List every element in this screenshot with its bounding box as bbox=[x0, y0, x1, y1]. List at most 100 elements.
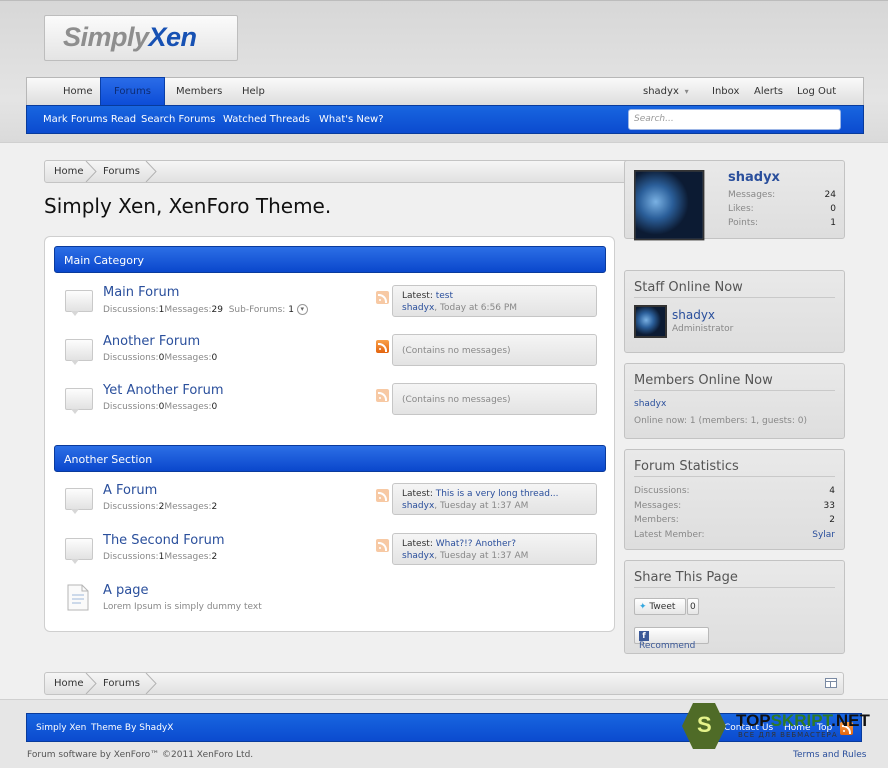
forum-title[interactable]: A Forum bbox=[103, 483, 157, 498]
stat-row: Members: 2 bbox=[634, 515, 835, 525]
visitor-panel: shadyx Messages: 24 Likes: 0 Points: 1 bbox=[624, 160, 845, 241]
category-header-another[interactable]: Another Section bbox=[54, 445, 606, 472]
rss-icon[interactable] bbox=[376, 291, 389, 304]
footer-theme-credit[interactable]: Theme By ShadyX bbox=[91, 723, 173, 733]
breadcrumb-separator-icon bbox=[145, 161, 157, 182]
logout-link[interactable]: Log Out bbox=[797, 86, 836, 97]
members-online-panel: Members Online Now shadyx Online now: 1 … bbox=[624, 363, 845, 439]
logo-text-part1: Simply bbox=[63, 22, 149, 52]
page-title: Simply Xen, XenForo Theme. bbox=[44, 194, 332, 218]
breadcrumb-separator-icon bbox=[145, 673, 157, 694]
staff-username[interactable]: shadyx bbox=[672, 308, 715, 322]
account-menu[interactable]: shadyx ▾ bbox=[643, 86, 689, 97]
last-post-user[interactable]: shadyx bbox=[402, 501, 434, 511]
page-row: A page Lorem Ipsum is simply dummy text bbox=[45, 583, 616, 627]
forum-stats: Discussions:1Messages:2 bbox=[103, 552, 218, 562]
rss-icon[interactable] bbox=[376, 340, 389, 353]
last-post-title[interactable]: test bbox=[436, 291, 453, 301]
latest-member-link[interactable]: Sylar bbox=[812, 528, 835, 542]
forum-title[interactable]: Another Forum bbox=[103, 334, 200, 349]
breadcrumb-bottom: Home Forums bbox=[44, 672, 844, 695]
tab-help[interactable]: Help bbox=[242, 86, 265, 97]
breadcrumb-home[interactable]: Home bbox=[54, 673, 84, 694]
forum-title[interactable]: Main Forum bbox=[103, 285, 179, 300]
last-post-box: Latest: test shadyx, Today at 6:56 PM bbox=[392, 285, 597, 317]
last-post-time: Tuesday at 1:37 AM bbox=[440, 501, 529, 511]
last-post-box: (Contains no messages) bbox=[392, 383, 597, 415]
profile-username[interactable]: shadyx bbox=[728, 170, 780, 185]
forum-title[interactable]: The Second Forum bbox=[103, 533, 225, 548]
account-username: shadyx bbox=[643, 86, 679, 97]
footer-style-link[interactable]: Simply Xen bbox=[36, 723, 86, 733]
search-input[interactable]: Search... bbox=[628, 109, 841, 130]
last-post-time: Tuesday at 1:37 AM bbox=[440, 551, 529, 561]
staff-role: Administrator bbox=[672, 324, 734, 334]
avatar[interactable] bbox=[634, 305, 667, 338]
main-navigation: Home Forums Members Help shadyx ▾ Inbox … bbox=[26, 77, 864, 106]
rss-icon[interactable] bbox=[376, 389, 389, 402]
facebook-recommend-button[interactable]: f Recommend bbox=[634, 627, 709, 651]
forum-read-icon bbox=[65, 488, 93, 514]
last-post-box: (Contains no messages) bbox=[392, 334, 597, 366]
page-description: Lorem Ipsum is simply dummy text bbox=[103, 602, 262, 612]
terms-link[interactable]: Terms and Rules bbox=[793, 750, 866, 760]
whats-new-link[interactable]: What's New? bbox=[319, 114, 384, 125]
profile-stat-row: Likes: 0 bbox=[728, 204, 836, 214]
jump-menu-icon[interactable] bbox=[825, 678, 837, 688]
tweet-button[interactable]: ✦ Tweet bbox=[634, 598, 686, 615]
forum-row: Main Forum Discussions:1Messages:29 Sub-… bbox=[45, 285, 616, 329]
breadcrumb-separator-icon bbox=[85, 673, 97, 694]
forum-row: The Second Forum Discussions:1Messages:2… bbox=[45, 533, 616, 577]
breadcrumb-forums[interactable]: Forums bbox=[103, 161, 140, 182]
share-panel: Share This Page ✦ Tweet 0 f Recommend bbox=[624, 560, 845, 654]
watched-threads-link[interactable]: Watched Threads bbox=[223, 114, 310, 125]
avatar[interactable] bbox=[634, 170, 705, 241]
staff-online-heading: Staff Online Now bbox=[634, 280, 835, 298]
forum-title[interactable]: Yet Another Forum bbox=[103, 383, 224, 398]
facebook-icon: f bbox=[639, 631, 649, 641]
subforums-expand-icon[interactable]: ▾ bbox=[296, 304, 308, 315]
rss-icon[interactable] bbox=[376, 539, 389, 552]
profile-stat-row: Points: 1 bbox=[728, 218, 836, 228]
last-post-title[interactable]: This is a very long thread... bbox=[436, 489, 559, 499]
twitter-bird-icon: ✦ bbox=[639, 602, 647, 612]
online-summary: Online now: 1 (members: 1, guests: 0) bbox=[634, 416, 808, 426]
tab-members[interactable]: Members bbox=[176, 86, 222, 97]
alerts-link[interactable]: Alerts bbox=[754, 86, 783, 97]
tab-home[interactable]: Home bbox=[63, 86, 93, 97]
copyright[interactable]: Forum software by XenForo™ ©2011 XenForo… bbox=[27, 750, 253, 760]
watermark-logo-icon: S bbox=[682, 703, 726, 749]
forum-read-icon bbox=[65, 538, 93, 564]
online-member-link[interactable]: shadyx bbox=[634, 397, 835, 411]
last-post-title[interactable]: What?!? Another? bbox=[436, 539, 516, 549]
forum-stats: Discussions:2Messages:2 bbox=[103, 502, 218, 512]
forum-read-icon bbox=[65, 290, 93, 316]
staff-online-panel: Staff Online Now shadyx Administrator bbox=[624, 270, 845, 353]
last-post-time: Today at 6:56 PM bbox=[440, 303, 518, 313]
last-post-user[interactable]: shadyx bbox=[402, 551, 434, 561]
search-forums-link[interactable]: Search Forums bbox=[141, 114, 215, 125]
site-logo[interactable]: SimplyXen bbox=[44, 15, 238, 61]
mark-forums-read-link[interactable]: Mark Forums Read bbox=[43, 114, 136, 125]
stat-row: Messages: 33 bbox=[634, 501, 835, 511]
logo-text-part2: Xen bbox=[148, 22, 198, 52]
breadcrumb-home[interactable]: Home bbox=[54, 161, 84, 182]
breadcrumb-forums[interactable]: Forums bbox=[103, 673, 140, 694]
tweet-count: 0 bbox=[687, 598, 699, 615]
page-icon bbox=[67, 584, 89, 611]
profile-stat-row: Messages: 24 bbox=[728, 190, 836, 200]
inbox-link[interactable]: Inbox bbox=[712, 86, 739, 97]
forum-row: Yet Another Forum Discussions:0Messages:… bbox=[45, 383, 616, 427]
forum-statistics-panel: Forum Statistics Discussions: 4 Messages:… bbox=[624, 449, 845, 550]
sub-navigation: Mark Forums Read Search Forums Watched T… bbox=[26, 105, 864, 134]
forum-statistics-heading: Forum Statistics bbox=[634, 459, 835, 477]
last-post-user[interactable]: shadyx bbox=[402, 303, 434, 313]
tab-forums[interactable]: Forums bbox=[100, 77, 165, 106]
forum-read-icon bbox=[65, 339, 93, 365]
forum-stats: Discussions:0Messages:0 bbox=[103, 402, 218, 412]
rss-icon[interactable] bbox=[376, 489, 389, 502]
forum-row: Another Forum Discussions:0Messages:0 (C… bbox=[45, 334, 616, 378]
page-title-link[interactable]: A page bbox=[103, 583, 149, 598]
category-header-main[interactable]: Main Category bbox=[54, 246, 606, 273]
stat-row: Discussions: 4 bbox=[634, 486, 835, 496]
